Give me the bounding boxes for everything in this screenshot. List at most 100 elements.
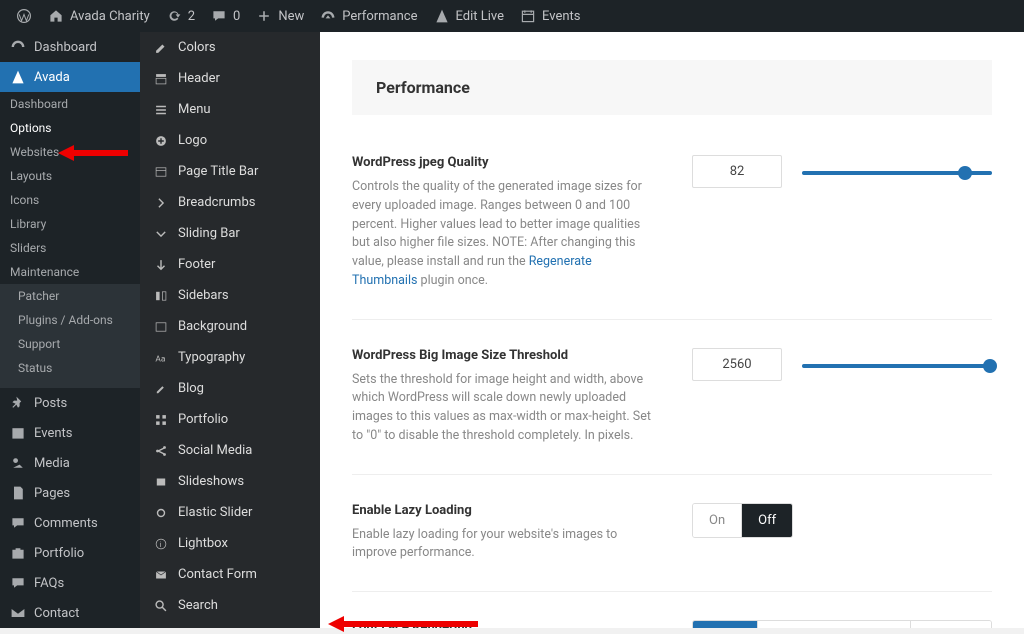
opt-footer-label: Footer [178,257,215,272]
mail-icon [154,568,168,582]
pencil-icon [154,41,168,55]
submenu-status[interactable]: Status [0,356,140,380]
menu-faqs[interactable]: FAQs [0,568,140,598]
menu-contact-label: Contact [34,606,79,621]
site-name[interactable]: Avada Charity [40,0,158,32]
opt-typography[interactable]: AaTypography [140,342,320,373]
opt-logo[interactable]: Logo [140,125,320,156]
wp-logo[interactable] [8,0,40,32]
menu-contact[interactable]: Contact [0,598,140,628]
opt-portfolio[interactable]: Portfolio [140,404,320,435]
page-title: Performance [352,60,992,115]
submenu-websites[interactable]: Websites [0,140,140,164]
lazy-on-button[interactable]: On [693,504,741,537]
main-sidebar: Dashboard Avada Dashboard Options Websit… [0,32,140,628]
menu-pages[interactable]: Pages [0,478,140,508]
opt-header[interactable]: Header [140,63,320,94]
menu-avada-label: Avada [34,70,70,85]
menu-avada[interactable]: Avada [0,62,140,92]
edit-live[interactable]: Edit Live [426,0,513,32]
slides-icon [154,475,168,489]
new[interactable]: New [248,0,312,32]
opt-lightbox[interactable]: iLightbox [140,528,320,559]
font-swap-non-button[interactable]: Swap Non-Icon Fonts [757,621,910,628]
font-block-button[interactable]: Block [693,621,757,628]
setting-big-image: WordPress Big Image Size Threshold Sets … [352,348,992,475]
chat-icon [10,575,26,591]
menu-events[interactable]: Events [0,418,140,448]
opt-contact-form[interactable]: Contact Form [140,559,320,590]
jpeg-quality-input[interactable] [692,155,782,188]
submenu-maintenance[interactable]: Maintenance [0,260,140,284]
opt-blog[interactable]: Blog [140,373,320,404]
opt-sliding-bar[interactable]: Sliding Bar [140,218,320,249]
opt-background[interactable]: Background [140,311,320,342]
comments[interactable]: 0 [203,0,248,32]
menu-events-label: Events [34,426,72,441]
columns-icon [154,289,168,303]
setting-desc: Sets the threshold for image height and … [352,371,652,446]
submenu-dashboard[interactable]: Dashboard [0,92,140,116]
submenu-patcher[interactable]: Patcher [0,284,140,308]
opt-search-label: Search [178,598,218,613]
opt-colors[interactable]: Colors [140,32,320,63]
menu-dashboard[interactable]: Dashboard [0,32,140,62]
lazy-toggle: On Off [692,503,793,538]
opt-social[interactable]: Social Media [140,435,320,466]
submenu-options[interactable]: Options [0,116,140,140]
font-swap-all-button[interactable]: Swap All [910,621,991,628]
opt-sidebars-label: Sidebars [178,288,229,303]
performance-top-label: Performance [342,9,417,24]
dashboard-icon [10,39,26,55]
submenu-layouts[interactable]: Layouts [0,164,140,188]
opt-sliding-bar-label: Sliding Bar [178,226,240,241]
plus-circle-icon [154,134,168,148]
submenu-support[interactable]: Support [0,332,140,356]
opt-breadcrumbs[interactable]: Breadcrumbs [140,187,320,218]
menu-posts-label: Posts [34,396,67,411]
events-top[interactable]: Events [512,0,588,32]
plus-icon [256,8,272,24]
submenu-sliders[interactable]: Sliders [0,236,140,260]
opt-background-label: Background [178,319,247,334]
admin-bar: Avada Charity 2 0 New Performance Edit L… [0,0,1024,32]
updates[interactable]: 2 [158,0,203,32]
opt-sidebars[interactable]: Sidebars [140,280,320,311]
menu-pages-label: Pages [34,486,70,501]
setting-title: WordPress jpeg Quality [352,155,652,170]
submenu-plugins-addons[interactable]: Plugins / Add-ons [0,308,140,332]
edit-live-label: Edit Live [456,9,505,24]
performance-top[interactable]: Performance [312,0,425,32]
opt-menu[interactable]: Menu [140,94,320,125]
setting-title: WordPress Big Image Size Threshold [352,348,652,363]
search-icon [154,599,168,613]
pin-icon [10,395,26,411]
opt-search[interactable]: Search [140,590,320,621]
opt-footer[interactable]: Footer [140,249,320,280]
opt-page-title[interactable]: Page Title Bar [140,156,320,187]
content-area: Performance WordPress jpeg Quality Contr… [320,32,1024,628]
opt-elastic[interactable]: Elastic Slider [140,497,320,528]
menu-media[interactable]: Media [0,448,140,478]
submenu-library[interactable]: Library [0,212,140,236]
setting-title: Font Face Rendering [352,620,652,628]
opt-slideshows[interactable]: Slideshows [140,466,320,497]
avada-icon [434,8,450,24]
events-top-label: Events [542,9,580,24]
options-sidebar: Colors Header Menu Logo Page Title Bar B… [140,32,320,628]
submenu-icons[interactable]: Icons [0,188,140,212]
opt-page-title-label: Page Title Bar [178,164,258,179]
opt-elastic-label: Elastic Slider [178,505,252,520]
menu-portfolio[interactable]: Portfolio [0,538,140,568]
opt-privacy[interactable]: Privacy [140,621,320,628]
menu-posts[interactable]: Posts [0,388,140,418]
opt-colors-label: Colors [178,40,216,55]
menu-comments[interactable]: Comments [0,508,140,538]
big-image-slider[interactable] [802,364,992,368]
lazy-off-button[interactable]: Off [741,504,792,537]
big-image-input[interactable] [692,348,782,381]
jpeg-slider[interactable] [802,171,992,175]
menu-comments-label: Comments [34,516,98,531]
opt-portfolio-label: Portfolio [178,412,228,427]
opt-breadcrumbs-label: Breadcrumbs [178,195,255,210]
